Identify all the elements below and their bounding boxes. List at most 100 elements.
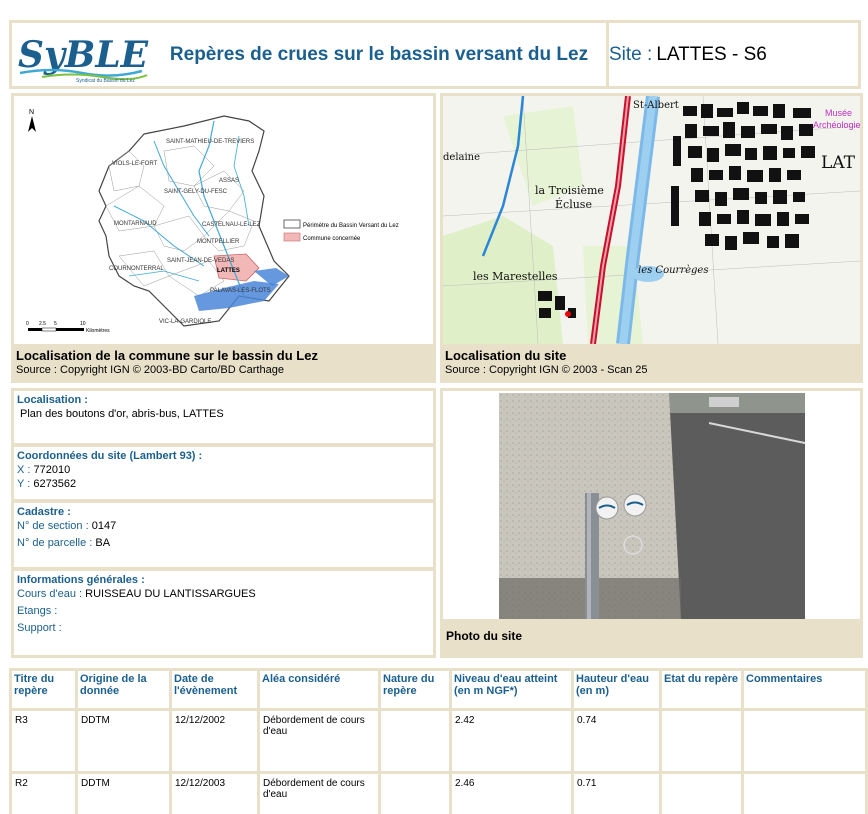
table-cell: Débordement de cours d'eau (257, 708, 381, 774)
svg-text:10: 10 (80, 321, 86, 327)
site-value: LATTES - S6 (656, 43, 767, 65)
table-header: Etat du repère (659, 668, 744, 711)
map-label: la Troisième (535, 184, 604, 197)
parcelle-value: BA (95, 537, 111, 549)
table-row: R3 DDTM 12/12/2002 Débordement de cours … (9, 708, 868, 774)
svg-text:Syndicat du Bassin du Lez: Syndicat du Bassin du Lez (76, 78, 135, 84)
table-header: Titre du repère (9, 668, 78, 711)
cadastre-heading: Cadastre : (17, 506, 71, 518)
table-cell: 0.74 (571, 708, 662, 774)
table-cell: 0.71 (571, 771, 662, 814)
photo-panel: Photo du site (440, 388, 863, 658)
cours-value: RUISSEAU DU LANTISSARGUES (85, 588, 256, 600)
general-info-box: Informations générales : Cours d'eau : R… (11, 568, 436, 658)
map-label: les Courrèges (638, 265, 708, 276)
map-label: Archéologie (813, 120, 860, 130)
legend-swatch-commune (283, 232, 301, 242)
basin-map: N SAINT-MATHIEU-DE-TREVIERS VIOLS-LE-FOR… (14, 96, 433, 344)
legend-swatch-perimeter (283, 219, 301, 229)
town-label: VIC-LA-GARDIOLE (159, 319, 211, 325)
town-label: COURNONTERRAL (109, 266, 164, 272)
table-cell: 2.42 (449, 708, 574, 774)
table-header: Aléa considéré (257, 668, 381, 711)
basin-map-source: Source : Copyright IGN © 2003-BD Carto/B… (16, 364, 284, 376)
table-cell (659, 708, 744, 774)
table-header: Hauteur d'eau (en m) (571, 668, 662, 711)
svg-text:0: 0 (26, 321, 29, 327)
table-cell: 12/12/2003 (169, 771, 260, 814)
map-label: Musée (825, 108, 852, 118)
town-label: MONTARNAUD (114, 221, 157, 227)
table-header: Origine de la donnée (75, 668, 172, 711)
table-cell: 12/12/2002 (169, 708, 260, 774)
basin-map-panel: N SAINT-MATHIEU-DE-TREVIERS VIOLS-LE-FOR… (11, 93, 436, 383)
reperes-table: Titre du repère Origine de la donnée Dat… (9, 668, 868, 814)
svg-text:Kilomètres: Kilomètres (86, 328, 110, 334)
localisation-heading: Localisation : (17, 394, 88, 406)
map-label: LAT (821, 153, 856, 173)
general-info-heading: Informations générales : (17, 574, 145, 586)
parcelle-label: N° de parcelle : (17, 537, 93, 549)
table-header-row: Titre du repère Origine de la donnée Dat… (9, 668, 868, 711)
coordinates-box: Coordonnées du site (Lambert 93) : X : 7… (11, 444, 436, 502)
table-cell: Débordement de cours d'eau (257, 771, 381, 814)
town-label: SAINT-GELY-DU-FESC (164, 189, 228, 195)
coordinates-heading: Coordonnées du site (Lambert 93) : (17, 450, 203, 462)
table-cell: 2.46 (449, 771, 574, 814)
x-value: 772010 (33, 464, 71, 476)
basin-map-title: Localisation de la commune sur le bassin… (16, 348, 318, 363)
table-cell (378, 708, 452, 774)
table-cell (378, 771, 452, 814)
y-label: Y : (17, 478, 31, 490)
svg-text:2.5: 2.5 (39, 321, 46, 327)
section-value: 0147 (91, 520, 117, 532)
table-cell: R2 (9, 771, 78, 814)
legend-commune: Commune concernée (303, 236, 361, 242)
map-label: Écluse (555, 197, 592, 211)
site-label: Site : (609, 43, 653, 65)
table-cell (659, 771, 744, 814)
y-value: 6273562 (33, 478, 77, 490)
svg-text:5: 5 (54, 321, 57, 327)
basin-map-caption: Localisation de la commune sur le bassin… (14, 344, 433, 380)
localisation-value: Plan des boutons d'or, abris-bus, LATTES (20, 408, 224, 420)
cours-label: Cours d'eau : (17, 588, 83, 600)
etangs-label: Etangs : (17, 605, 58, 617)
table-cell: DDTM (75, 771, 172, 814)
town-label: MONTPELLIER (197, 239, 240, 245)
town-label: PALAVAS-LES-FLOTS (210, 288, 271, 294)
town-label: SAINT-MATHIEU-DE-TREVIERS (166, 139, 254, 145)
map-label: delaine (443, 152, 480, 163)
x-label: X : (17, 464, 31, 476)
north-label: N (29, 109, 34, 116)
table-header: Commentaires (741, 668, 868, 711)
map-label: St-Albert (633, 100, 679, 111)
site-map-caption: Localisation du site Source : Copyright … (443, 344, 860, 380)
table-header: Date de l'évènement (169, 668, 260, 711)
town-label: SAINT-JEAN-DE-VEDAS (167, 258, 234, 264)
table-row: R2 DDTM 12/12/2003 Débordement de cours … (9, 771, 868, 814)
localisation-box: Localisation : Plan des boutons d'or, ab… (11, 388, 436, 446)
town-label: VIOLS-LE-FORT (112, 161, 158, 167)
table-header: Nature du repère (378, 668, 452, 711)
page-header: SyBLE Syndicat du Bassin du Lez Repères … (9, 20, 861, 89)
table-cell (741, 771, 868, 814)
table-header: Niveau d'eau atteint (en m NGF*) (449, 668, 574, 711)
support-label: Support : (17, 622, 62, 634)
table-cell (741, 708, 868, 774)
town-label: LATTES (217, 268, 240, 274)
town-label: CASTELNAU-LE-LEZ (202, 222, 261, 228)
site-map-panel: St-Albert la Troisième Écluse les Marest… (440, 93, 863, 383)
site-photo (499, 393, 805, 621)
page-title-cell: Repères de crues sur le bassin versant d… (152, 23, 606, 86)
table-cell: R3 (9, 708, 78, 774)
site-cell: Site : LATTES - S6 (606, 23, 858, 86)
table-cell: DDTM (75, 708, 172, 774)
town-label: ASSAS (219, 178, 239, 184)
site-map: St-Albert la Troisième Écluse les Marest… (442, 95, 861, 345)
site-map-source: Source : Copyright IGN © 2003 - Scan 25 (445, 364, 648, 376)
legend-perimeter: Périmètre du Bassin Versant du Lez (303, 223, 399, 229)
map-label: les Marestelles (473, 270, 558, 283)
page-title: Repères de crues sur le bassin versant d… (169, 43, 589, 65)
site-map-title: Localisation du site (445, 348, 567, 363)
